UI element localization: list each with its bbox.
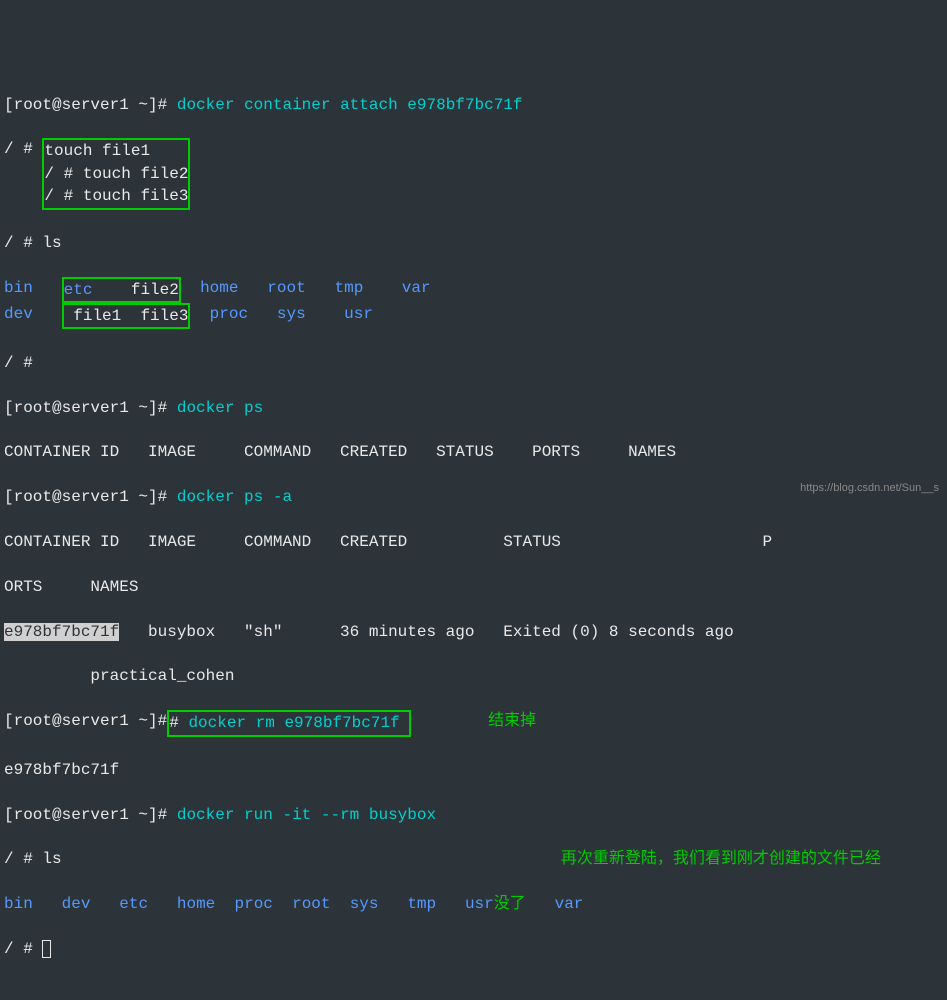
watermark: https://blog.csdn.net/Sun__s: [800, 481, 939, 496]
psa-container-name: practical_cohen: [4, 665, 943, 687]
shell-prompt: / #: [4, 140, 33, 158]
annotation-end: 结束掉: [488, 712, 536, 730]
touch-file2: touch file2: [83, 165, 189, 183]
cmd-attach: docker container attach e978bf7bc71f: [177, 96, 523, 114]
rm-box: # docker rm e978bf7bc71f: [167, 710, 411, 736]
annotation-relogin: 再次重新登陆，我们看到刚才创建的文件已经: [561, 850, 881, 868]
cmd-docker-run: docker run -it --rm busybox: [177, 806, 436, 824]
prompt-line-attach[interactable]: [root@server1 ~]# docker container attac…: [4, 94, 943, 116]
cmd-ls: ls: [42, 234, 61, 252]
psa-row: busybox "sh" 36 minutes ago Exited (0) 8…: [119, 623, 734, 641]
cursor[interactable]: [42, 940, 51, 958]
container-id-highlight: e978bf7bc71f: [4, 623, 119, 641]
cmd-docker-ps-a: docker ps -a: [177, 488, 292, 506]
touch-file3: touch file3: [83, 187, 189, 205]
ls-dev: dev: [4, 305, 33, 323]
touch-box: touch file1 / # touch file2 / # touch fi…: [42, 138, 190, 209]
touch-file1: touch file1: [44, 142, 150, 160]
psa-header2: ORTS NAMES: [4, 576, 943, 598]
files-box: etc file2: [62, 277, 181, 303]
ls-bin: bin: [4, 279, 33, 297]
psa-header: CONTAINER ID IMAGE COMMAND CREATED STATU…: [4, 531, 943, 553]
cmd-docker-rm: docker rm e978bf7bc71f: [188, 714, 399, 732]
ps-header: CONTAINER ID IMAGE COMMAND CREATED STATU…: [4, 441, 943, 463]
shell-prompt-empty: / #: [4, 352, 943, 374]
annotation-gone: 没了: [494, 895, 526, 913]
cmd-docker-ps: docker ps: [177, 399, 263, 417]
files-box2: file1 file3: [62, 303, 191, 329]
rm-output: e978bf7bc71f: [4, 759, 943, 781]
